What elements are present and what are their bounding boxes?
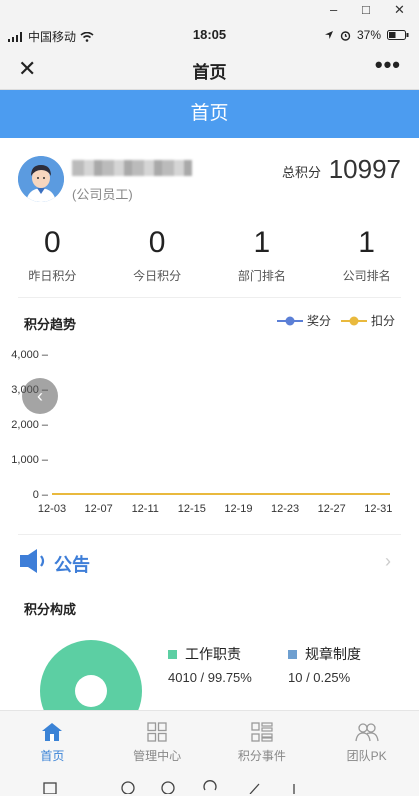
edit-icon[interactable]: [246, 778, 262, 794]
legend-marker-reward: [276, 316, 303, 325]
stat-value: 1: [358, 226, 375, 259]
add-icon[interactable]: [286, 778, 302, 794]
x-tick-label: 12-11: [132, 503, 159, 515]
minimize-button[interactable]: –: [330, 2, 337, 17]
notice-bar[interactable]: 公告 ›: [18, 545, 401, 579]
total-points-label: 总积分: [281, 165, 321, 180]
trend-chart[interactable]: 0 –1,000 –2,000 –3,000 –4,000 –12-0312-0…: [10, 340, 409, 520]
window-titlebar: – □ ✕: [0, 0, 419, 22]
profile-card: (公司员工) 总积分 10997: [18, 152, 401, 204]
legend-swatch: [288, 649, 297, 659]
composition-title: 积分构成: [24, 602, 77, 617]
stat-yesterday[interactable]: 0 昨日积分: [0, 225, 105, 285]
status-bar: 中国移动 18:05 37%: [0, 22, 419, 48]
tab-team-pk[interactable]: 团队PK: [314, 711, 419, 774]
tab-home[interactable]: 首页: [0, 711, 105, 774]
stat-label: 昨日积分: [28, 269, 77, 283]
list-icon: [251, 722, 273, 742]
battery-icon: [387, 30, 409, 40]
x-tick-label: 12-27: [318, 503, 346, 515]
tab-label: 团队PK: [346, 749, 387, 763]
stat-today[interactable]: 0 今日积分: [105, 225, 210, 285]
divider: [18, 297, 401, 298]
divider: [18, 534, 401, 535]
total-points-value: 10997: [328, 154, 401, 184]
legend-label: 扣分: [370, 314, 395, 328]
stat-value: 0: [44, 226, 61, 259]
x-tick-label: 12-31: [364, 503, 392, 515]
refresh-icon[interactable]: [202, 778, 218, 794]
legend-marker-deduct: [340, 316, 367, 325]
y-tick-label: 2,000 –: [11, 419, 49, 431]
alarm-icon: [340, 30, 351, 41]
y-tick-label: 1,000 –: [11, 454, 49, 466]
nav-title: 首页: [192, 63, 227, 82]
more-icon[interactable]: •••: [375, 52, 401, 78]
tab-label: 积分事件: [237, 749, 286, 763]
stat-value: 0: [148, 226, 166, 259]
stat-label: 部门排名: [237, 269, 286, 283]
browser-toolbar: [0, 774, 419, 796]
composition-item-duty[interactable]: 工作职责 4010 / 99.75%: [168, 644, 252, 685]
stat-value: 1: [253, 226, 271, 259]
stat-label: 公司排名: [342, 269, 391, 283]
grid-icon: [147, 722, 167, 742]
stat-company-rank[interactable]: 1 公司排名: [314, 225, 419, 285]
tab-management[interactable]: 管理中心: [105, 711, 210, 774]
notice-label: 公告: [54, 555, 90, 575]
search-icon[interactable]: [160, 778, 176, 794]
legend-item-reward[interactable]: 奖分: [276, 312, 331, 329]
legend-swatch: [168, 649, 177, 659]
chevron-right-icon: ›: [385, 551, 391, 571]
back-button[interactable]: ‹: [22, 378, 58, 414]
team-icon: [354, 723, 379, 742]
stat-label: 今日积分: [133, 269, 182, 283]
stats-row: 0 昨日积分 0 今日积分 1 部门排名 1 公司排名: [0, 225, 419, 285]
x-tick-label: 12-19: [224, 503, 252, 515]
y-tick-label: 4,000 –: [11, 349, 49, 361]
location-icon: [324, 31, 333, 39]
chart-legend: 奖分 扣分: [276, 312, 395, 329]
legend-label: 奖分: [306, 314, 331, 328]
tab-label: 首页: [40, 749, 65, 763]
legend-item-deduct[interactable]: 扣分: [340, 312, 395, 329]
x-tick-label: 12-23: [271, 503, 299, 515]
maximize-button[interactable]: □: [362, 2, 370, 17]
info-icon[interactable]: [120, 778, 136, 794]
battery-percent: 37%: [356, 28, 381, 42]
avatar[interactable]: [18, 156, 64, 202]
composition-name: 工作职责: [185, 646, 241, 662]
tab-label: 管理中心: [133, 749, 182, 763]
navigation-bar: ✕ 首页 •••: [0, 48, 419, 90]
composition-item-rules[interactable]: 规章制度 10 / 0.25%: [288, 644, 361, 685]
window-close-button[interactable]: ✕: [394, 2, 405, 18]
speaker-icon: [20, 549, 45, 573]
tab-bar: 首页 管理中心 积分事件 团队PK: [0, 710, 419, 774]
x-tick-label: 12-03: [38, 503, 66, 515]
x-tick-label: 12-07: [85, 503, 113, 515]
composition-name: 规章制度: [305, 646, 361, 662]
user-name-blurred: [72, 160, 192, 176]
composition-value: 10 / 0.25%: [288, 670, 351, 685]
home-icon: [42, 723, 63, 741]
x-tick-label: 12-15: [178, 503, 206, 515]
tab-events[interactable]: 积分事件: [210, 711, 315, 774]
y-tick-label: 0 –: [33, 489, 49, 501]
trend-title: 积分趋势: [24, 317, 77, 332]
donut-hole: [75, 675, 107, 707]
user-role: (公司员工): [72, 187, 133, 202]
stat-dept-rank[interactable]: 1 部门排名: [210, 225, 315, 285]
stop-icon[interactable]: [42, 778, 58, 794]
page-header: 首页: [0, 90, 419, 138]
composition-value: 4010 / 99.75%: [168, 670, 252, 685]
